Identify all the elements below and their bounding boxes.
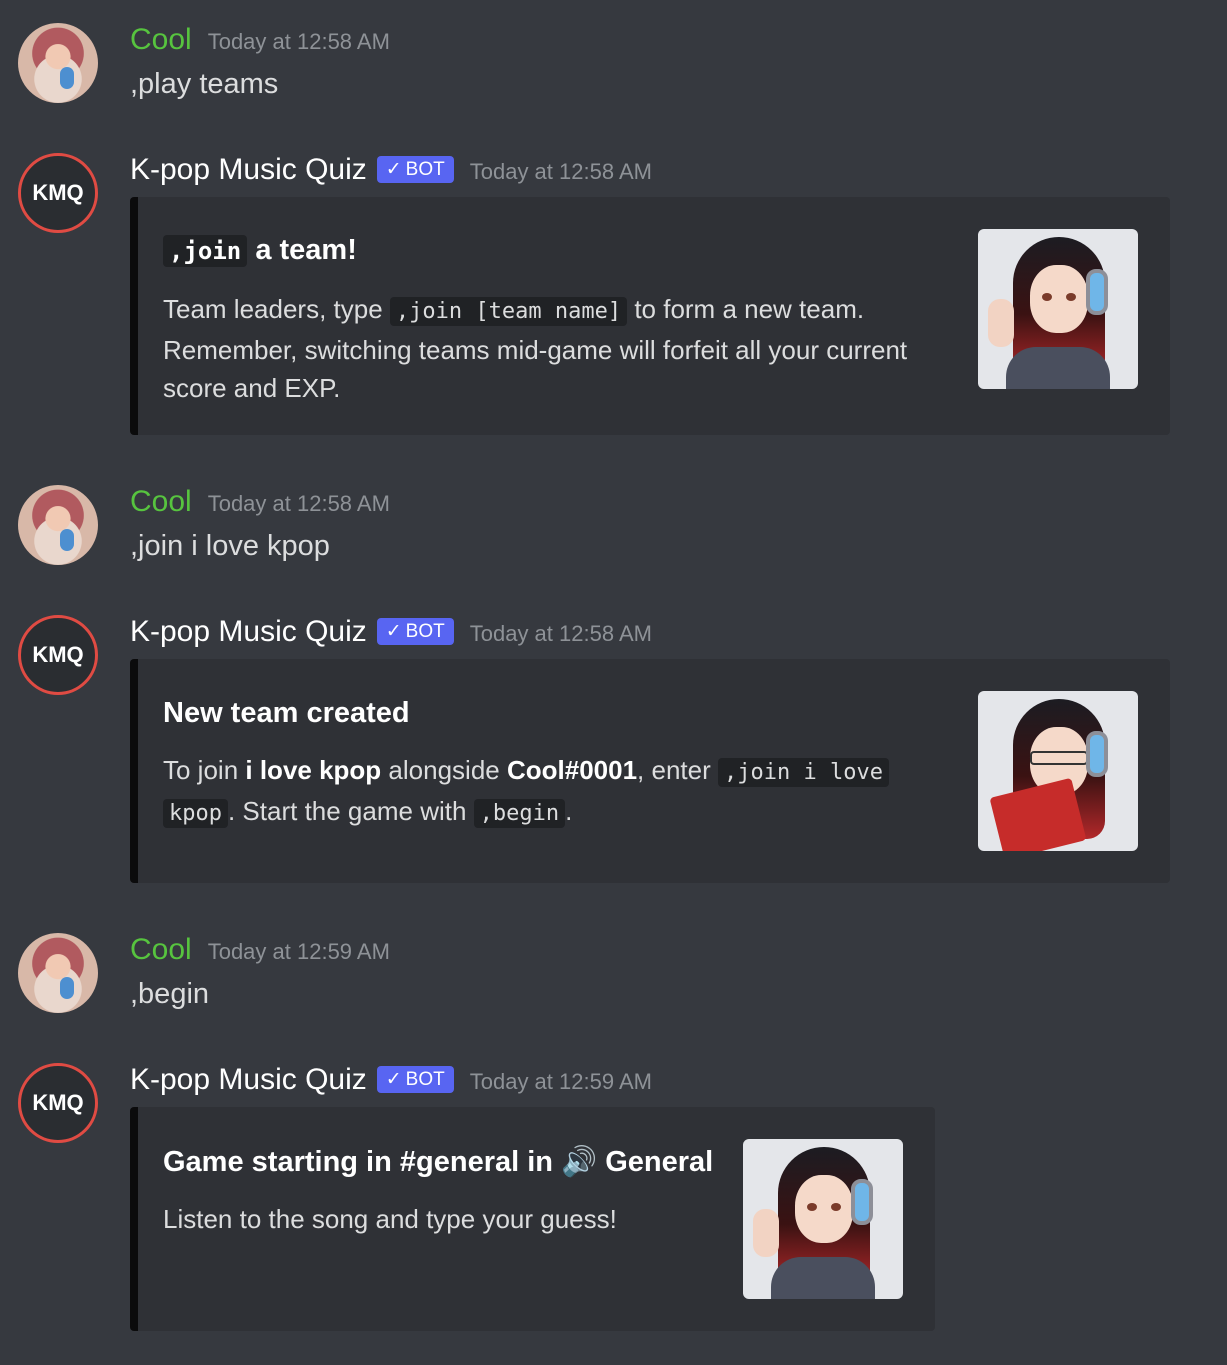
embed-description: Listen to the song and type your guess! — [163, 1204, 617, 1234]
bot-avatar[interactable]: KMQ — [18, 153, 98, 233]
bot-avatar[interactable]: KMQ — [18, 1063, 98, 1143]
message-text: ,join i love kpop — [130, 530, 330, 562]
timestamp: Today at 12:59 AM — [207, 939, 390, 964]
username[interactable]: Cool — [130, 23, 192, 57]
timestamp: Today at 12:58 AM — [469, 159, 652, 184]
embed-description: To join i love kpop alongside Cool#0001,… — [163, 751, 923, 833]
inline-code: ,join i love — [718, 758, 889, 787]
bot-badge: ✓ BOT — [376, 1066, 454, 1093]
message-header: K-pop Music Quiz ✓ BOT Today at 12:58 AM — [130, 615, 652, 649]
message-header: Cool Today at 12:58 AM — [130, 485, 390, 519]
avatar-label: KMQ — [32, 1090, 84, 1115]
embed-thumbnail[interactable] — [743, 1139, 903, 1299]
username[interactable]: K-pop Music Quiz — [130, 615, 367, 649]
checkmark-icon: ✓ — [385, 1069, 402, 1090]
inline-code: kpop — [163, 799, 228, 828]
timestamp: Today at 12:58 AM — [207, 491, 390, 516]
inline-code: ,join [team name] — [389, 297, 628, 326]
embed: ,join a team! Team leaders, type ,join [… — [130, 197, 1170, 435]
embed-description: Team leaders, type ,join [team name] to … — [163, 294, 908, 403]
user-avatar[interactable] — [18, 485, 98, 565]
message-header: K-pop Music Quiz ✓ BOT Today at 12:59 AM — [130, 1063, 652, 1097]
username[interactable]: K-pop Music Quiz — [130, 153, 367, 187]
avatar-label: KMQ — [32, 180, 84, 205]
embed: New team created To join i love kpop alo… — [130, 659, 1170, 883]
bot-badge: ✓ BOT — [376, 156, 454, 183]
username[interactable]: Cool — [130, 485, 192, 519]
user-avatar[interactable] — [18, 933, 98, 1013]
checkmark-icon: ✓ — [385, 621, 402, 642]
inline-code: ,begin — [473, 799, 566, 828]
message-header: K-pop Music Quiz ✓ BOT Today at 12:58 AM — [130, 153, 652, 187]
message-header: Cool Today at 12:58 AM — [130, 23, 390, 57]
message-header: Cool Today at 12:59 AM — [130, 933, 390, 967]
embed-title: Game starting in #general in 🔊 General — [163, 1146, 714, 1178]
timestamp: Today at 12:58 AM — [469, 621, 652, 646]
embed-thumbnail[interactable] — [978, 229, 1138, 389]
inline-code: ,join — [163, 235, 248, 267]
timestamp: Today at 12:59 AM — [469, 1069, 652, 1094]
embed-title: ,join a team! — [163, 234, 357, 267]
username[interactable]: Cool — [130, 933, 192, 967]
bot-badge: ✓ BOT — [376, 618, 454, 645]
checkmark-icon: ✓ — [385, 159, 402, 180]
avatar-label: KMQ — [32, 642, 84, 667]
timestamp: Today at 12:58 AM — [207, 29, 390, 54]
embed: Game starting in #general in 🔊 General L… — [130, 1107, 935, 1331]
message-text: ,begin — [130, 978, 210, 1010]
embed-thumbnail[interactable] — [978, 691, 1138, 851]
user-avatar[interactable] — [18, 23, 98, 103]
bot-avatar[interactable]: KMQ — [18, 615, 98, 695]
speaker-icon: 🔊 — [561, 1146, 598, 1178]
message-text: ,play teams — [130, 68, 279, 100]
embed-title: New team created — [163, 697, 410, 729]
username[interactable]: K-pop Music Quiz — [130, 1063, 367, 1097]
